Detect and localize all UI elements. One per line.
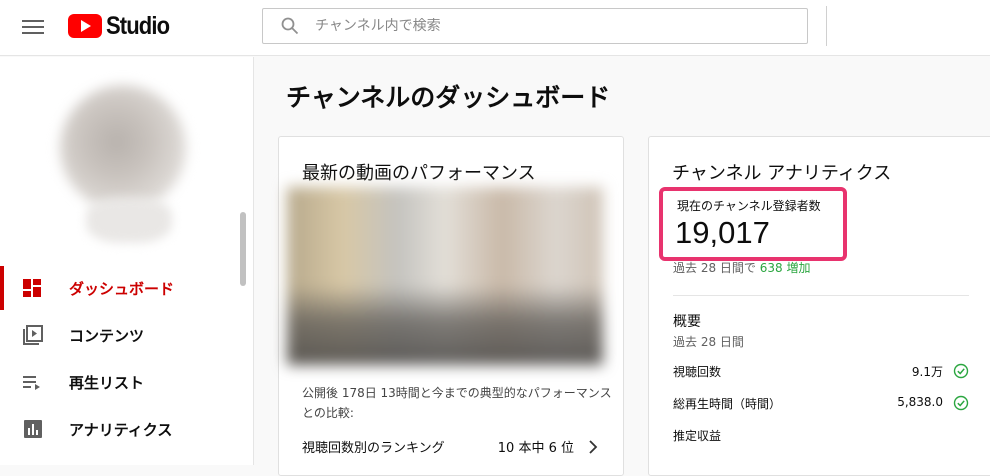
metric-label: 視聴回数 xyxy=(673,365,722,379)
dashboard-icon xyxy=(23,279,41,297)
change-value: 638 増加 xyxy=(759,261,811,275)
summary-period: 過去 28 日間 xyxy=(673,335,744,349)
check-circle-icon xyxy=(953,363,969,379)
header-divider xyxy=(826,6,827,46)
page-title: チャンネルのダッシュボード xyxy=(286,83,611,112)
youtube-logo-icon xyxy=(68,14,102,38)
latest-video-card: 最新の動画のパフォーマンス 公開後 178日 13時間と今までの典型的なパフォー… xyxy=(278,136,624,476)
metric-label: 推定収益 xyxy=(673,429,722,443)
latest-video-title: 最新の動画のパフォーマンス xyxy=(302,163,536,184)
channel-avatar[interactable] xyxy=(60,85,186,211)
metric-value: 9.1万 xyxy=(911,365,943,379)
sidebar-scrollbar[interactable] xyxy=(240,212,246,286)
search-box[interactable] xyxy=(262,8,808,44)
check-circle-icon xyxy=(953,395,969,411)
metric-row-revenue: 推定収益 xyxy=(673,427,969,447)
sidebar-item-analytics[interactable]: アナリティクス xyxy=(0,407,240,451)
subscriber-highlight-box: 現在のチャンネル登録者数 19,017 xyxy=(659,187,847,261)
sidebar: ダッシュボード コンテンツ 再生リスト アナリティクス xyxy=(0,57,254,465)
analytics-title: チャンネル アナリティクス xyxy=(672,163,892,184)
ranking-value: 10 本中 6 位 xyxy=(497,441,574,456)
analytics-icon xyxy=(24,420,42,438)
subscribers-label: 現在のチャンネル登録者数 xyxy=(677,199,821,213)
metric-label: 総再生時間（時間） xyxy=(673,397,782,411)
subscribers-count: 19,017 xyxy=(675,215,770,250)
sidebar-item-label: アナリティクス xyxy=(69,421,173,439)
sidebar-item-playlists[interactable]: 再生リスト xyxy=(0,360,240,404)
subscriber-change: 過去 28 日間で 638 増加 xyxy=(673,259,810,276)
sidebar-item-label: 再生リスト xyxy=(69,374,145,392)
summary-title: 概要 xyxy=(673,314,701,330)
sidebar-item-label: ダッシュボード xyxy=(69,280,175,298)
avatar-shadow xyxy=(86,197,172,243)
video-thumbnail[interactable] xyxy=(287,187,603,365)
search-icon xyxy=(281,17,299,35)
ranking-row[interactable]: 視聴回数別のランキング 10 本中 6 位 xyxy=(302,437,602,457)
top-bar: Studio xyxy=(0,0,990,56)
content-icon xyxy=(23,325,43,345)
change-prefix: 過去 28 日間で xyxy=(673,261,756,275)
search-input[interactable] xyxy=(315,18,775,34)
sidebar-item-content[interactable]: コンテンツ xyxy=(0,313,240,357)
ranking-label: 視聴回数別のランキング xyxy=(302,441,445,456)
playlist-icon xyxy=(23,376,40,390)
chevron-right-icon[interactable] xyxy=(588,440,598,454)
logo-text: Studio xyxy=(106,11,170,40)
youtube-studio-logo[interactable]: Studio xyxy=(68,12,178,40)
divider xyxy=(673,295,969,296)
sidebar-item-dashboard[interactable]: ダッシュボード xyxy=(0,266,240,310)
menu-icon[interactable] xyxy=(22,17,44,35)
metric-row-watch-time: 総再生時間（時間） 5,838.0 xyxy=(673,395,969,415)
channel-analytics-card: チャンネル アナリティクス 現在のチャンネル登録者数 19,017 過去 28 … xyxy=(648,136,990,476)
metric-row-views: 視聴回数 9.1万 xyxy=(673,363,969,383)
performance-note: 公開後 178日 13時間と今までの典型的なパフォーマンスとの比較: xyxy=(302,386,612,420)
sidebar-item-label: コンテンツ xyxy=(69,327,145,345)
metric-value: 5,838.0 xyxy=(897,395,943,409)
